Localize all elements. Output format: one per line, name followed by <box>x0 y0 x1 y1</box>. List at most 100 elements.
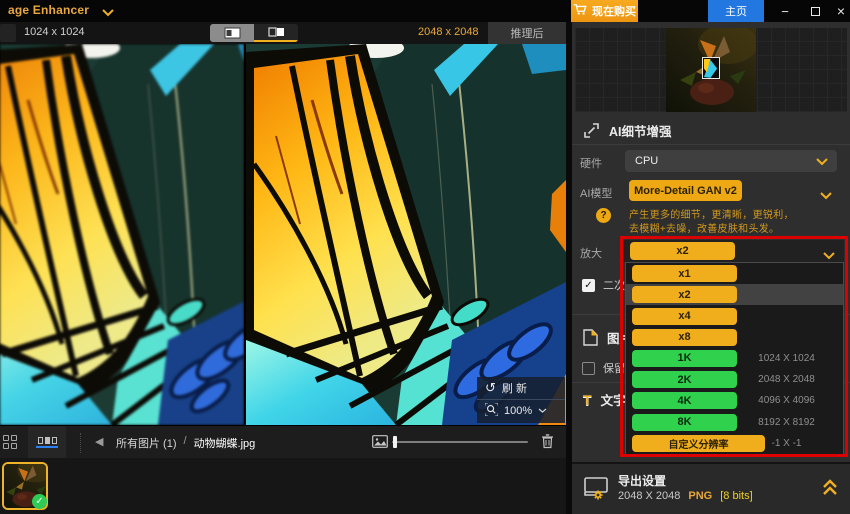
scale-option[interactable]: x1 <box>626 263 843 284</box>
scale-option[interactable]: x8 <box>626 327 843 348</box>
refresh-button[interactable]: ↺ 刷 新 <box>477 377 565 399</box>
home-button[interactable]: 主页 <box>708 0 764 22</box>
view-controls-overlay: ↺ 刷 新 100% <box>477 377 565 423</box>
export-bit-depth: [8 bits] <box>720 490 752 502</box>
scale-option[interactable]: 1K 1024 X 1024 <box>626 348 843 369</box>
scale-option-pill: x8 <box>632 329 737 346</box>
before-image[interactable] <box>0 44 244 425</box>
scale-option-pill: x2 <box>632 286 737 303</box>
active-tab-underline <box>36 446 58 448</box>
model-description-line1: 产生更多的细节，更清晰，更锐利， <box>629 206 794 221</box>
buy-now-button[interactable]: 现在购买 <box>571 0 638 22</box>
scale-option[interactable]: x4 <box>626 305 843 326</box>
compare-side-by-side-button[interactable] <box>210 24 254 42</box>
enhance-icon <box>583 122 600 139</box>
scale-option-resolution: 1024 X 1024 <box>736 353 837 364</box>
minimize-icon: − <box>781 4 789 19</box>
close-icon: × <box>837 3 845 19</box>
scale-option[interactable]: 自定义分辨率 -1 X -1 <box>626 433 843 454</box>
check-icon: ✓ <box>35 496 43 507</box>
section-text[interactable]: T 文字 <box>583 390 626 409</box>
model-select[interactable]: More-Detail GAN v2 <box>629 180 742 201</box>
export-title: 导出设置 <box>618 472 666 489</box>
export-settings-bar[interactable]: 导出设置 2048 X 2048 PNG [8 bits] <box>572 464 850 514</box>
scale-option[interactable]: x2 <box>626 284 843 305</box>
keep-checkbox[interactable]: 保留 <box>582 360 625 376</box>
refresh-label: 刷 新 <box>502 380 527 396</box>
grid-view-button[interactable] <box>3 435 17 449</box>
side-by-side-icon <box>224 27 241 39</box>
scale-option-pill: 4K <box>632 392 737 409</box>
slider-handle[interactable] <box>393 436 397 448</box>
text-section-title: 文字 <box>601 390 626 409</box>
export-settings-icon <box>582 476 610 505</box>
section-ai-detail-enhance[interactable]: AI细节增强 <box>583 121 672 140</box>
scale-option[interactable]: 8K 8192 X 8192 <box>626 412 843 433</box>
model-label: AI模型 <box>580 185 612 201</box>
zoom-level-control[interactable]: 100% <box>477 399 565 421</box>
split-view-icon <box>268 26 285 38</box>
back-arrow-icon[interactable]: ◀ <box>95 435 103 448</box>
home-label: 主页 <box>725 3 747 19</box>
filmstrip-icon <box>38 437 57 444</box>
viewer-info-bar: 1024 x 1024 2048 x 2048 推理后 <box>0 22 566 44</box>
secondary-checkbox-label: 二次 <box>603 277 625 293</box>
title-dropdown-chevron-icon[interactable] <box>102 4 114 22</box>
buy-now-label: 现在购买 <box>592 3 636 19</box>
scale-select[interactable]: x2 <box>622 240 844 262</box>
model-description-line2: 去模糊+去噪，改善皮肤和头发。 <box>629 220 779 235</box>
export-format: PNG <box>688 490 712 502</box>
collapse-chevrons-icon[interactable] <box>822 479 838 501</box>
hardware-label: 硬件 <box>580 155 602 171</box>
model-chevron-icon[interactable] <box>820 187 832 205</box>
minimize-button[interactable]: − <box>772 0 798 22</box>
titlebar: age Enhancer 现在购买 主页 − × <box>0 0 850 22</box>
model-help-button[interactable]: ? <box>596 208 611 223</box>
scale-dropdown-list: x1 x2 x4 x8 1K 1024 X 1024 2K 2048 X 204… <box>625 262 844 455</box>
breadcrumb-separator: / <box>184 435 187 451</box>
scale-option[interactable]: 2K 2048 X 2048 <box>626 369 843 390</box>
close-button[interactable]: × <box>828 0 850 22</box>
section-title: AI细节增强 <box>609 121 672 140</box>
divider <box>572 144 850 145</box>
tab-after-inference[interactable]: 推理后 <box>488 22 566 44</box>
maximize-button[interactable] <box>802 0 828 22</box>
trash-icon <box>541 434 554 449</box>
app-title: age Enhancer <box>8 3 89 17</box>
export-resolution: 2048 X 2048 <box>618 490 680 502</box>
navigator-viewport-marker[interactable] <box>702 57 720 79</box>
help-icon: ? <box>600 210 606 221</box>
scale-option[interactable]: 4K 4096 X 4096 <box>626 390 843 411</box>
keep-checkbox-label: 保留 <box>603 360 625 376</box>
delete-button[interactable] <box>541 434 554 454</box>
before-resolution-label: 1024 x 1024 <box>24 26 85 38</box>
scale-option-resolution: 4096 X 4096 <box>736 395 837 406</box>
cart-icon <box>573 3 587 19</box>
viewer-corner-chip[interactable] <box>0 24 16 42</box>
scale-option-pill: x4 <box>632 308 737 325</box>
compare-split-button[interactable] <box>254 24 298 42</box>
scale-option-pill: x1 <box>632 265 737 282</box>
secondary-enhance-checkbox[interactable]: ✓ 二次 <box>582 277 625 293</box>
viewer-column: 1024 x 1024 2048 x 2048 推理后 <box>0 22 566 514</box>
text-tool-icon: T <box>583 392 592 408</box>
processed-check-badge: ✓ <box>32 494 47 509</box>
filmstrip-view-button[interactable] <box>28 426 66 459</box>
image-compare-area: ↺ 刷 新 100% <box>0 44 566 425</box>
refresh-icon: ↺ <box>485 380 496 396</box>
navigator-minimap[interactable] <box>575 28 847 112</box>
workspace: 1024 x 1024 2048 x 2048 推理后 <box>0 22 850 514</box>
checkbox-unchecked-icon <box>582 362 595 375</box>
thumbnail-size-slider[interactable] <box>392 441 528 443</box>
thumbnail-size-icon <box>372 435 388 453</box>
after-tab-label: 推理后 <box>511 25 544 41</box>
hardware-select[interactable]: CPU <box>625 150 837 172</box>
after-resolution-label: 2048 x 2048 <box>418 26 479 38</box>
scale-option-pill: 8K <box>632 414 737 431</box>
filmstrip-separator <box>80 433 81 453</box>
zoom-chevron-icon <box>538 408 547 414</box>
filmstrip-bar: ◀ 所有图片 (1) / 动物蝴蝶.jpg <box>0 425 566 458</box>
after-image[interactable] <box>246 44 566 425</box>
breadcrumb-all-images[interactable]: 所有图片 (1) <box>116 435 177 451</box>
model-value: More-Detail GAN v2 <box>634 185 737 197</box>
